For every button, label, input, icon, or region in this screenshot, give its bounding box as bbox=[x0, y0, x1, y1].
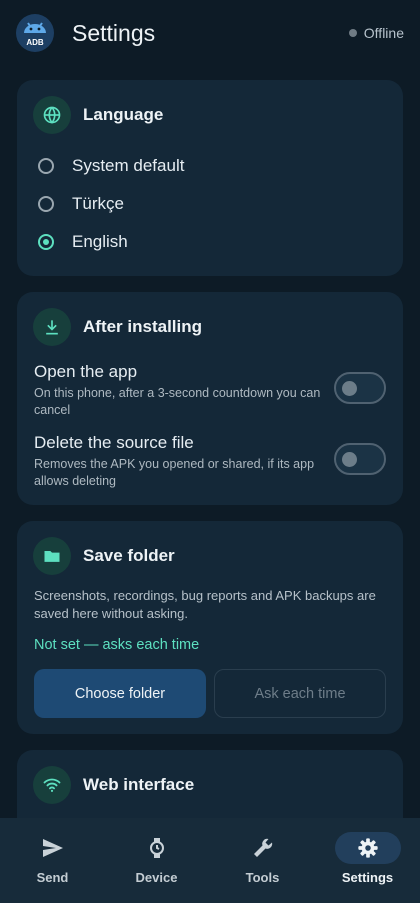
delete-source-toggle[interactable] bbox=[334, 443, 386, 475]
watch-icon bbox=[124, 832, 190, 864]
top-app-bar: ADB Settings Offline bbox=[0, 0, 420, 68]
nav-item-settings[interactable]: Settings bbox=[315, 818, 420, 903]
open-app-title: Open the app bbox=[34, 362, 138, 381]
nav-label: Settings bbox=[341, 870, 394, 885]
page-title: Settings bbox=[72, 20, 156, 46]
language-option-system-default[interactable]: System default bbox=[34, 154, 184, 178]
language-card-title: Language bbox=[83, 105, 164, 124]
ask-each-time-button[interactable]: Ask each time bbox=[214, 669, 386, 718]
send-icon bbox=[20, 832, 86, 864]
bottom-navigation: Send Device Tools Settings bbox=[0, 818, 420, 903]
delete-source-title: Delete the source file bbox=[34, 433, 194, 452]
wrench-icon bbox=[230, 832, 296, 864]
save-folder-description: Screenshots, recordings, bug reports and… bbox=[34, 588, 376, 621]
gear-icon bbox=[334, 832, 401, 864]
nav-label: Tools bbox=[245, 870, 280, 885]
nav-item-tools[interactable]: Tools bbox=[210, 818, 315, 903]
radio-button[interactable] bbox=[38, 196, 54, 212]
save-folder-status: Not set — asks each time bbox=[34, 637, 200, 653]
language-option-turkce[interactable]: Türkçe bbox=[34, 192, 124, 216]
connection-status: Offline bbox=[348, 25, 404, 41]
language-card: Language System default Türkçe English bbox=[17, 80, 403, 276]
globe-icon bbox=[33, 96, 71, 134]
web-interface-card-title: Web interface bbox=[83, 775, 195, 794]
open-app-description: On this phone, after a 3-second countdow… bbox=[34, 386, 321, 417]
language-option-label: System default bbox=[72, 156, 185, 175]
save-folder-card-title: Save folder bbox=[83, 546, 175, 565]
nav-item-device[interactable]: Device bbox=[104, 818, 209, 903]
toggle-knob bbox=[342, 381, 357, 396]
language-option-label: Türkçe bbox=[72, 194, 124, 213]
nav-item-send[interactable]: Send bbox=[0, 818, 105, 903]
web-interface-card-header: Web interface bbox=[33, 766, 194, 804]
status-dot-icon bbox=[348, 29, 357, 37]
save-folder-card-header: Save folder bbox=[33, 537, 175, 575]
choose-folder-button[interactable]: Choose folder bbox=[34, 669, 206, 718]
after-installing-card: After installing Open the app On this ph… bbox=[17, 292, 403, 505]
download-icon bbox=[33, 308, 71, 346]
delete-source-description: Removes the APK you opened or shared, if… bbox=[34, 457, 315, 488]
folder-icon bbox=[33, 537, 71, 575]
language-card-header: Language bbox=[33, 96, 163, 134]
nav-label: Send bbox=[36, 870, 69, 885]
toggle-knob bbox=[342, 452, 357, 467]
after-installing-card-header: After installing bbox=[33, 308, 202, 346]
save-folder-card: Save folder Screenshots, recordings, bug… bbox=[17, 521, 403, 734]
adb-logo-icon: ADB bbox=[16, 14, 54, 52]
logo-text: ADB bbox=[26, 38, 44, 47]
radio-button[interactable] bbox=[38, 158, 54, 174]
language-option-english[interactable]: English bbox=[34, 230, 128, 254]
nav-label: Device bbox=[135, 870, 178, 885]
after-installing-card-title: After installing bbox=[83, 317, 203, 336]
status-text: Offline bbox=[363, 25, 404, 41]
wifi-icon bbox=[33, 766, 71, 804]
radio-button-selected[interactable] bbox=[38, 234, 54, 250]
open-app-toggle[interactable] bbox=[334, 372, 386, 404]
language-option-label: English bbox=[72, 232, 128, 251]
